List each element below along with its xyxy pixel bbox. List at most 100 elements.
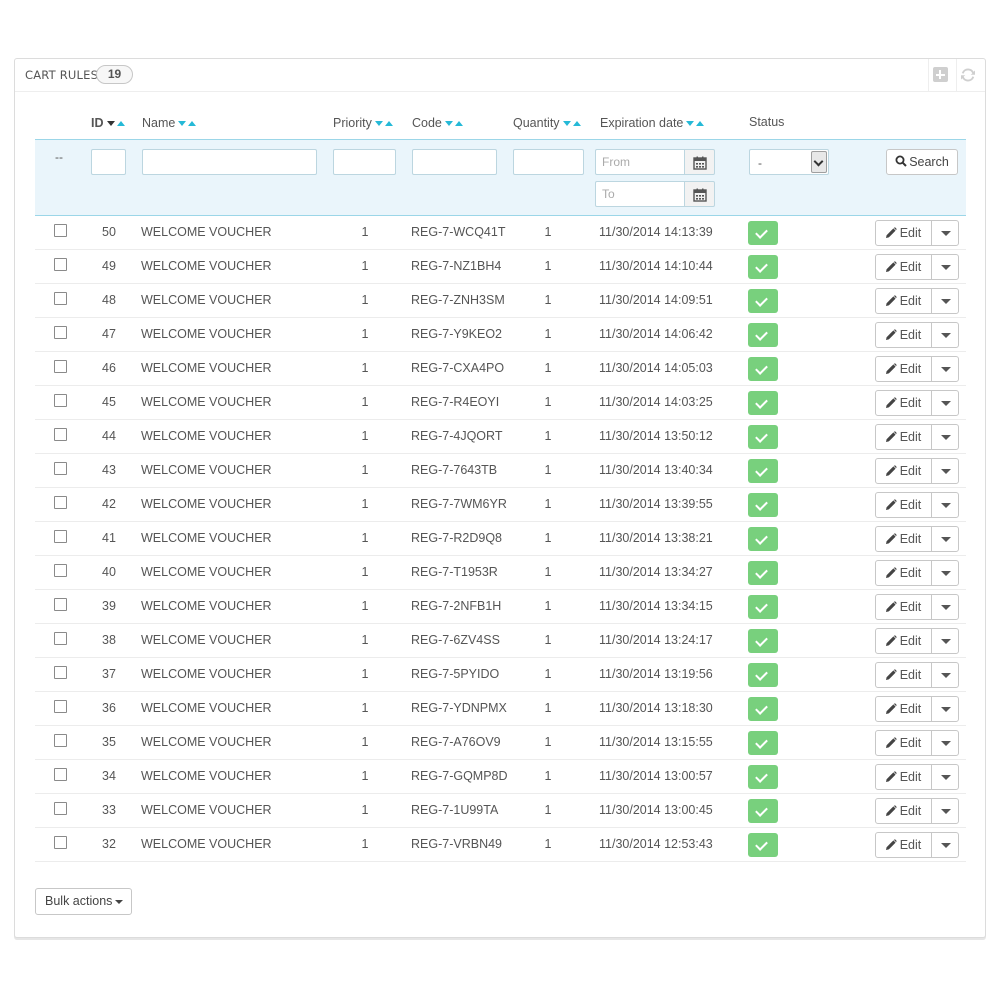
table-row[interactable]: 43 WELCOME VOUCHER 1 REG-7-7643TB 1 11/30/201… <box>35 454 966 488</box>
table-row[interactable]: 50 WELCOME VOUCHER 1 REG-7-WCQ41T 1 11/30/201… <box>35 216 966 250</box>
search-button[interactable]: Search <box>886 149 958 175</box>
row-checkbox[interactable] <box>54 224 67 237</box>
row-actions-dropdown[interactable] <box>931 220 959 246</box>
row-actions-dropdown[interactable] <box>931 458 959 484</box>
edit-button[interactable]: Edit <box>875 594 932 620</box>
status-enabled-icon[interactable] <box>748 425 778 449</box>
row-actions-dropdown[interactable] <box>931 254 959 280</box>
status-enabled-icon[interactable] <box>748 561 778 585</box>
edit-button[interactable]: Edit <box>875 424 932 450</box>
row-checkbox[interactable] <box>54 292 67 305</box>
table-row[interactable]: 38 WELCOME VOUCHER 1 REG-7-6ZV4SS 1 11/30/201… <box>35 624 966 658</box>
quantity-filter-input[interactable] <box>513 149 584 175</box>
row-checkbox[interactable] <box>54 598 67 611</box>
status-enabled-icon[interactable] <box>748 357 778 381</box>
row-checkbox[interactable] <box>54 326 67 339</box>
sort-asc-icon[interactable] <box>384 121 393 126</box>
edit-button[interactable]: Edit <box>875 696 932 722</box>
table-row[interactable]: 32 WELCOME VOUCHER 1 REG-7-VRBN49 1 11/30/201… <box>35 828 966 862</box>
row-checkbox[interactable] <box>54 530 67 543</box>
edit-button[interactable]: Edit <box>875 220 932 246</box>
row-checkbox[interactable] <box>54 428 67 441</box>
row-actions-dropdown[interactable] <box>931 390 959 416</box>
sort-desc-icon[interactable] <box>374 121 383 126</box>
row-checkbox[interactable] <box>54 360 67 373</box>
edit-button[interactable]: Edit <box>875 254 932 280</box>
row-checkbox[interactable] <box>54 734 67 747</box>
sort-asc-icon[interactable] <box>696 121 705 126</box>
edit-button[interactable]: Edit <box>875 458 932 484</box>
row-checkbox[interactable] <box>54 258 67 271</box>
calendar-icon[interactable] <box>685 181 715 207</box>
column-code[interactable]: Code <box>412 115 463 130</box>
code-filter-input[interactable] <box>412 149 497 175</box>
row-actions-dropdown[interactable] <box>931 696 959 722</box>
status-enabled-icon[interactable] <box>748 663 778 687</box>
table-row[interactable]: 42 WELCOME VOUCHER 1 REG-7-7WM6YR 1 11/30/201… <box>35 488 966 522</box>
row-actions-dropdown[interactable] <box>931 798 959 824</box>
table-row[interactable]: 35 WELCOME VOUCHER 1 REG-7-A76OV9 1 11/30/201… <box>35 726 966 760</box>
table-row[interactable]: 49 WELCOME VOUCHER 1 REG-7-NZ1BH4 1 11/30/201… <box>35 250 966 284</box>
sort-desc-icon[interactable] <box>106 121 115 126</box>
status-enabled-icon[interactable] <box>748 391 778 415</box>
status-enabled-icon[interactable] <box>748 255 778 279</box>
row-actions-dropdown[interactable] <box>931 288 959 314</box>
status-enabled-icon[interactable] <box>748 493 778 517</box>
column-quantity[interactable]: Quantity <box>513 115 581 130</box>
column-name[interactable]: Name <box>142 115 197 130</box>
row-actions-dropdown[interactable] <box>931 730 959 756</box>
sort-asc-icon[interactable] <box>454 121 463 126</box>
table-row[interactable]: 46 WELCOME VOUCHER 1 REG-7-CXA4PO 1 11/30/201… <box>35 352 966 386</box>
status-enabled-icon[interactable] <box>748 799 778 823</box>
table-row[interactable]: 45 WELCOME VOUCHER 1 REG-7-R4EOYI 1 11/30/201… <box>35 386 966 420</box>
edit-button[interactable]: Edit <box>875 662 932 688</box>
row-actions-dropdown[interactable] <box>931 424 959 450</box>
priority-filter-input[interactable] <box>333 149 396 175</box>
row-checkbox[interactable] <box>54 462 67 475</box>
status-enabled-icon[interactable] <box>748 221 778 245</box>
row-actions-dropdown[interactable] <box>931 356 959 382</box>
id-filter-input[interactable] <box>91 149 126 175</box>
table-row[interactable]: 39 WELCOME VOUCHER 1 REG-7-2NFB1H 1 11/30/201… <box>35 590 966 624</box>
status-enabled-icon[interactable] <box>748 323 778 347</box>
row-checkbox[interactable] <box>54 700 67 713</box>
sort-desc-icon[interactable] <box>444 121 453 126</box>
edit-button[interactable]: Edit <box>875 356 932 382</box>
status-enabled-icon[interactable] <box>748 289 778 313</box>
calendar-icon[interactable] <box>685 149 715 175</box>
table-row[interactable]: 41 WELCOME VOUCHER 1 REG-7-R2D9Q8 1 11/30/201… <box>35 522 966 556</box>
row-checkbox[interactable] <box>54 836 67 849</box>
sort-asc-icon[interactable] <box>572 121 581 126</box>
table-row[interactable]: 48 WELCOME VOUCHER 1 REG-7-ZNH3SM 1 11/30/201… <box>35 284 966 318</box>
edit-button[interactable]: Edit <box>875 526 932 552</box>
edit-button[interactable]: Edit <box>875 832 932 858</box>
row-checkbox[interactable] <box>54 768 67 781</box>
row-actions-dropdown[interactable] <box>931 492 959 518</box>
row-actions-dropdown[interactable] <box>931 662 959 688</box>
edit-button[interactable]: Edit <box>875 560 932 586</box>
status-filter-select[interactable]: - <box>749 149 829 175</box>
edit-button[interactable]: Edit <box>875 492 932 518</box>
table-row[interactable]: 36 WELCOME VOUCHER 1 REG-7-YDNPMX 1 11/30/201… <box>35 692 966 726</box>
row-checkbox[interactable] <box>54 632 67 645</box>
status-enabled-icon[interactable] <box>748 527 778 551</box>
status-enabled-icon[interactable] <box>748 731 778 755</box>
column-id[interactable]: ID <box>91 115 125 130</box>
status-enabled-icon[interactable] <box>748 459 778 483</box>
row-checkbox[interactable] <box>54 666 67 679</box>
table-row[interactable]: 33 WELCOME VOUCHER 1 REG-7-1U99TA 1 11/30/201… <box>35 794 966 828</box>
edit-button[interactable]: Edit <box>875 628 932 654</box>
row-actions-dropdown[interactable] <box>931 628 959 654</box>
refresh-icon[interactable] <box>959 66 977 84</box>
row-actions-dropdown[interactable] <box>931 526 959 552</box>
date-from-input[interactable] <box>595 149 685 175</box>
status-enabled-icon[interactable] <box>748 595 778 619</box>
column-priority[interactable]: Priority <box>333 115 393 130</box>
sort-desc-icon[interactable] <box>562 121 571 126</box>
row-actions-dropdown[interactable] <box>931 322 959 348</box>
status-enabled-icon[interactable] <box>748 833 778 857</box>
row-actions-dropdown[interactable] <box>931 832 959 858</box>
table-row[interactable]: 37 WELCOME VOUCHER 1 REG-7-5PYIDO 1 11/30/201… <box>35 658 966 692</box>
date-to-input[interactable] <box>595 181 685 207</box>
row-actions-dropdown[interactable] <box>931 560 959 586</box>
